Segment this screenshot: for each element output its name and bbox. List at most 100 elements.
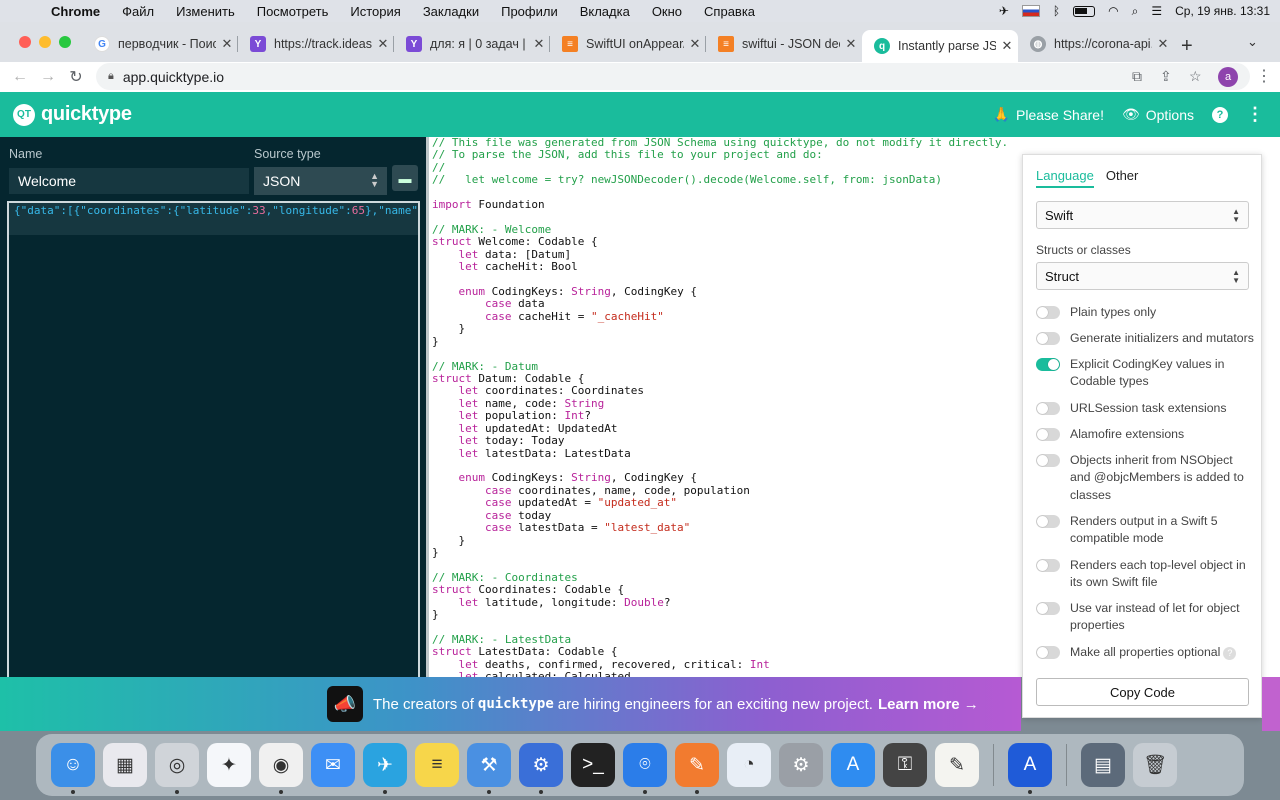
menu-chrome[interactable]: Chrome [40,4,111,19]
back-arrow-icon[interactable]: ← [6,68,34,86]
close-tab-icon[interactable]: ✕ [528,36,550,52]
tab-language[interactable]: Language [1036,168,1094,188]
options-button[interactable]: 👁 Options [1122,106,1194,123]
quicktime-player-dock-icon[interactable]: ◎ [155,743,199,794]
option-toggle-row[interactable]: Alamofire extensions [1036,426,1254,443]
forward-arrow-icon[interactable]: → [34,68,62,86]
finder-dock-icon[interactable]: ☺ [51,743,95,794]
quicktype-logo[interactable]: QT quicktype [13,103,132,126]
toggle-switch[interactable] [1036,306,1060,319]
browser-tab[interactable]: ≡ SwiftUI onAppear/or ✕ [550,30,706,58]
browser-tab[interactable]: G первoдчик - Поиск ✕ [82,30,238,58]
lock-icon[interactable]: 🔒︎ [108,70,114,83]
open-file-folder-icon[interactable]: ▬ [392,165,418,191]
toggle-switch[interactable] [1036,515,1060,528]
mail-dock-icon[interactable]: ✉ [311,743,355,787]
tab-search-chevron-icon[interactable]: ⌄ [1247,34,1258,50]
more-menu-icon[interactable]: ⋮ [1246,104,1264,125]
code-line[interactable]: case latestData = "latest_data" [432,521,1008,534]
option-toggle-row[interactable]: Objects inherit from NSObject and @objcM… [1036,452,1254,504]
code-line[interactable]: // let welcome = try? newJSONDecoder().d… [432,174,1008,186]
source-type-select[interactable]: JSON ▲ ▼ [254,167,387,195]
spotlight-search-icon[interactable]: ⌕ [1132,4,1139,19]
browser-tab[interactable]: Y https://track.ideas-tr ✕ [238,30,394,58]
new-tab-icon[interactable]: + [1181,35,1193,58]
option-toggle-row[interactable]: Plain types only [1036,304,1254,321]
translate-icon[interactable]: ⧉ [1132,68,1142,85]
notes-dock-icon[interactable]: ≡ [415,743,459,787]
sketch-dock-icon[interactable]: ✎ [675,743,719,794]
menu-view[interactable]: Посмотреть [246,4,340,19]
code-line[interactable]: enum CodingKeys: String, CodingKey { [432,471,1008,484]
toggle-switch[interactable] [1036,428,1060,441]
chrome-menu-icon[interactable]: ⋮ [1250,66,1278,86]
xcode-dock-icon[interactable]: ⚒ [467,743,511,794]
menu-bookmarks[interactable]: Закладки [412,4,490,19]
browser-tab[interactable]: Y для: я | 0 задач | - H ✕ [394,30,550,58]
please-share-button[interactable]: 🙏 Please Share! [993,106,1104,123]
wifi-icon[interactable]: ◠ [1108,4,1118,18]
trash-dock-icon[interactable]: 🗑 [1133,743,1177,787]
option-toggle-row[interactable]: URLSession task extensions [1036,400,1254,417]
bluetooth-icon[interactable]: ᛒ [1053,4,1060,18]
json-first-line[interactable]: {"data":[{"coordinates":{"latitude":33,"… [9,203,418,219]
code-line[interactable]: } [432,534,1008,547]
bookmark-star-icon[interactable]: ☆ [1189,68,1202,85]
browser-tab-active[interactable]: q Instantly parse JSO ✕ [862,30,1018,62]
menu-window[interactable]: Окно [641,4,693,19]
json-input-editor[interactable]: {"data":[{"coordinates":{"latitude":33,"… [7,201,420,677]
toggle-switch[interactable] [1036,646,1060,659]
reload-icon[interactable]: ↻ [62,67,90,87]
code-line[interactable]: } [432,322,1008,335]
code-line[interactable]: // To parse the JSON, add this file to y… [432,149,1008,161]
code-line[interactable]: struct LatestData: Codable { [432,645,1008,658]
option-toggle-row[interactable]: Make all properties optional? [1036,644,1254,661]
profile-avatar[interactable]: a [1218,67,1238,87]
option-toggle-row[interactable]: Use var instead of let for object proper… [1036,600,1254,635]
code-line[interactable]: let cacheHit: Bool [432,260,1008,273]
code-line[interactable]: struct Coordinates: Codable { [432,583,1008,596]
close-tab-icon[interactable]: ✕ [1152,36,1174,52]
learn-more-link[interactable]: Learn more → [878,696,979,713]
code-line[interactable]: } [432,335,1008,348]
close-tab-icon[interactable]: ✕ [684,36,706,52]
safari-dock-icon[interactable]: ✦ [207,743,251,787]
option-toggle-row[interactable]: Explicit CodingKey values in Codable typ… [1036,356,1254,391]
menu-tab[interactable]: Вкладка [569,4,641,19]
toggle-switch[interactable] [1036,454,1060,467]
launchpad-dock-icon[interactable]: ▦ [103,743,147,787]
app-store-dock-icon[interactable]: A [831,743,875,787]
help-icon[interactable]: ? [1212,106,1228,123]
code-line[interactable]: struct Welcome: Codable { [432,235,1008,248]
json-second-line[interactable] [9,219,418,235]
code-line[interactable]: } [432,608,1008,621]
menu-edit[interactable]: Изменить [165,4,246,19]
code-line[interactable]: let coordinates: Coordinates [432,385,1008,398]
toggle-switch[interactable] [1036,332,1060,345]
input-source-flag-icon[interactable] [1021,5,1040,17]
close-tab-icon[interactable]: ✕ [372,36,394,52]
copy-code-button[interactable]: Copy Code [1036,678,1249,706]
code-line[interactable]: } [432,546,1008,559]
toggle-switch[interactable] [1036,402,1060,415]
toggle-switch[interactable] [1036,358,1060,371]
textedit-dock-icon[interactable]: ✎ [935,743,979,787]
menubar-clock[interactable]: Ср, 19 янв. 13:31 [1175,4,1270,18]
close-tab-icon[interactable]: ✕ [996,38,1018,54]
tab-other[interactable]: Other [1106,168,1139,188]
browser-tab[interactable]: ◍ https://corona-api.co ✕ [1018,30,1174,58]
telegram-status-icon[interactable]: ✈ [999,4,1009,18]
option-toggle-row[interactable]: Renders output in a Swift 5 compatible m… [1036,513,1254,548]
code-line[interactable]: let latestData: LatestData [432,447,1008,460]
toggle-switch[interactable] [1036,559,1060,572]
code-line[interactable]: let latitude, longitude: Double? [432,596,1008,609]
menu-file[interactable]: Файл [111,4,165,19]
close-window-button[interactable] [19,36,31,48]
code-line[interactable]: import Foundation [432,198,1008,211]
instruments-dock-icon[interactable]: ⚙ [519,743,563,794]
menu-profiles[interactable]: Профили [490,4,569,19]
menu-history[interactable]: История [339,4,411,19]
minimize-window-button[interactable] [39,36,51,48]
chrome-dock-icon[interactable]: ◉ [259,743,303,794]
code-line[interactable]: case updatedAt = "updated_at" [432,496,1008,509]
